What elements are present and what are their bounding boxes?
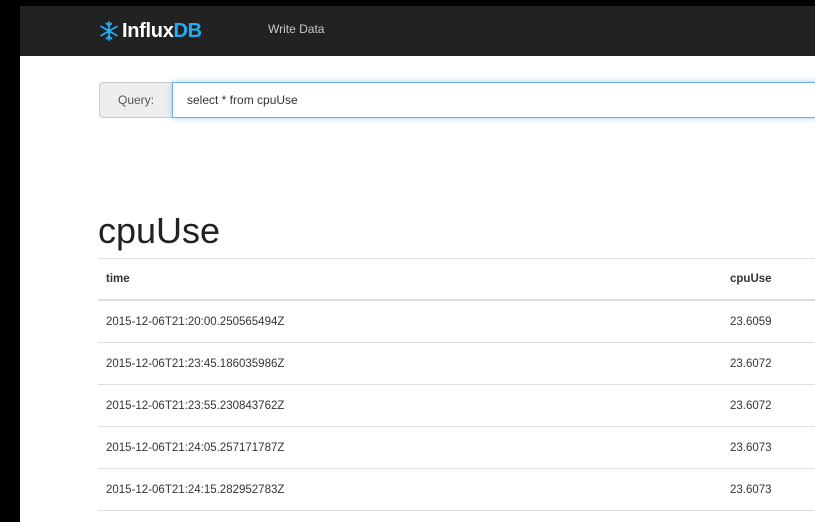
query-form: Query: — [99, 82, 815, 118]
cell-time: 2015-12-06T21:24:05.257171787Z — [98, 426, 722, 469]
cell-time: 2015-12-06T21:23:45.186035986Z — [98, 342, 722, 385]
query-input[interactable] — [172, 82, 815, 118]
influxdb-logo-icon — [100, 21, 118, 41]
cell-cpuuse: 23.6072 — [722, 384, 815, 427]
nav-link-write-data[interactable]: Write Data — [268, 22, 324, 36]
table-row: 2015-12-06T21:24:15.282952783Z 23.6073 — [98, 468, 815, 511]
table-row: 2015-12-06T21:20:00.250565494Z 23.6059 — [98, 300, 815, 343]
table-row: 2015-12-06T21:23:55.230843762Z 23.6072 — [98, 384, 815, 427]
brand-logo[interactable]: Influx DB — [98, 16, 202, 46]
table-row: 2015-12-06T21:24:05.257171787Z 23.6073 — [98, 426, 815, 469]
cell-time: 2015-12-06T21:20:00.250565494Z — [98, 300, 722, 343]
brand-name-influx: Influx — [122, 19, 174, 42]
brand-name-db: DB — [173, 19, 203, 42]
cell-time: 2015-12-06T21:24:15.282952783Z — [98, 468, 722, 511]
cell-cpuuse: 23.6072 — [722, 342, 815, 385]
series-title: cpuUse — [98, 210, 221, 251]
cell-cpuuse: 23.6059 — [722, 300, 815, 343]
query-label: Query: — [99, 82, 172, 118]
cell-cpuuse: 23.6073 — [722, 426, 815, 469]
column-header-time: time — [98, 258, 722, 301]
top-navbar: Influx DB Write Data — [20, 6, 815, 56]
cell-time: 2015-12-06T21:23:55.230843762Z — [98, 384, 722, 427]
results-table: time cpuUse 2015-12-06T21:20:00.25056549… — [98, 258, 815, 511]
table-row: 2015-12-06T21:23:45.186035986Z 23.6072 — [98, 342, 815, 385]
column-header-cpuuse: cpuUse — [722, 258, 815, 301]
table-header-row: time cpuUse — [98, 258, 815, 301]
cell-cpuuse: 23.6073 — [722, 468, 815, 511]
app-window: InfluxDB Write Data Query: cpuUse time c… — [20, 6, 815, 522]
